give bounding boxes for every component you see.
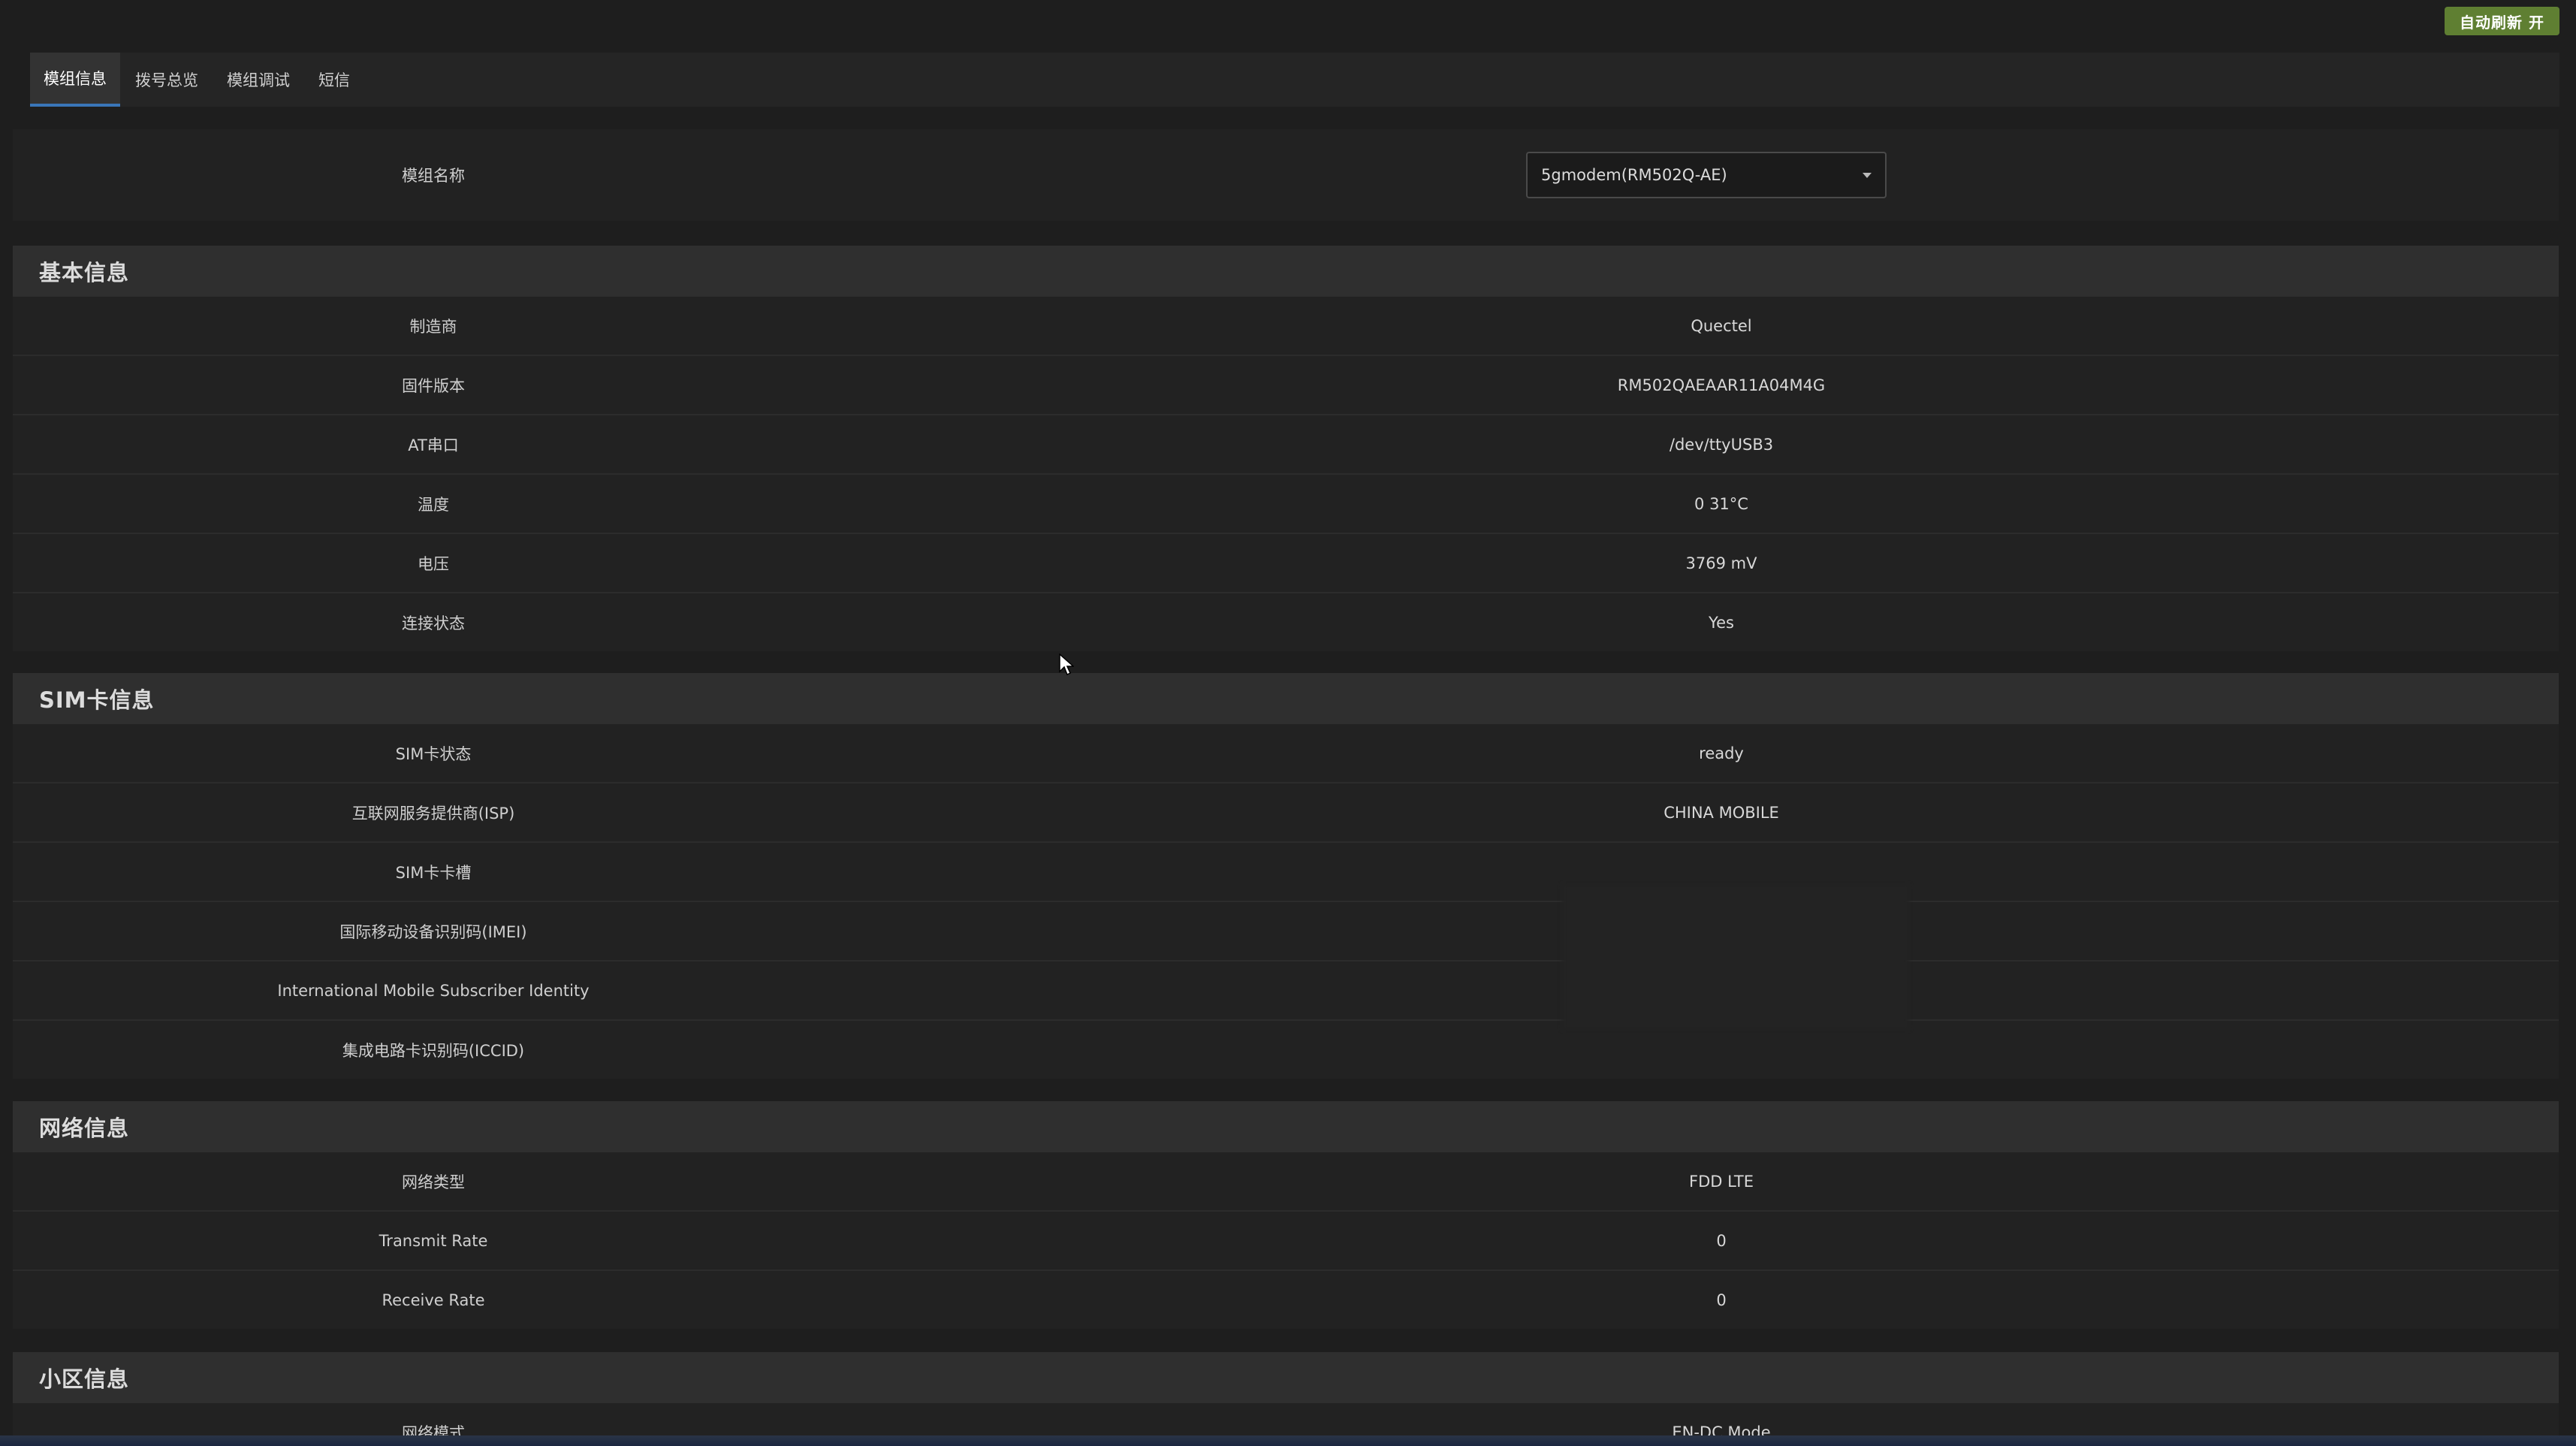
row-value: CHINA MOBILE <box>1664 803 1779 822</box>
tab-bar: 模组信息 拨号总览 模组调试 短信 <box>30 53 2559 107</box>
row-label: International Mobile Subscriber Identity <box>277 981 590 1000</box>
redaction-blur <box>1562 885 1909 1029</box>
table-row: 温度 0 31°C <box>13 475 2559 534</box>
row-label: 互联网服务提供商(ISP) <box>351 804 515 823</box>
row-label: SIM卡状态 <box>395 744 472 763</box>
row-value: FDD LTE <box>1689 1172 1754 1191</box>
tab-dial-overview[interactable]: 拨号总览 <box>122 53 212 107</box>
basic-info-panel: 基本信息 制造商 Quectel 固件版本 RM502QAEAAR11A04M4G … <box>13 246 2559 651</box>
cell-info-title: 小区信息 <box>13 1352 2559 1403</box>
tab-sms[interactable]: 短信 <box>305 53 363 107</box>
row-value: 0 <box>1716 1291 1727 1309</box>
row-value: ready <box>1699 744 1744 762</box>
table-row: SIM卡状态 ready <box>13 724 2559 783</box>
auto-refresh-toggle-button[interactable]: 自动刷新 开 <box>2445 7 2559 35</box>
row-value: 0 31°C <box>1694 494 1748 513</box>
module-name-value: 5gmodem(RM502Q-AE) <box>1541 166 1727 184</box>
row-label: 国际移动设备识别码(IMEI) <box>339 922 527 941</box>
row-label: 集成电路卡识别码(ICCID) <box>342 1041 525 1060</box>
row-value: 0 <box>1716 1231 1727 1250</box>
table-row: 网络类型 FDD LTE <box>13 1152 2559 1212</box>
tab-module-debug[interactable]: 模组调试 <box>213 53 303 107</box>
table-row: 集成电路卡识别码(ICCID) <box>13 1021 2559 1079</box>
row-value: RM502QAEAAR11A04M4G <box>1617 376 1826 394</box>
row-label: Transmit Rate <box>379 1231 488 1250</box>
table-row: 网络模式 EN-DC Mode <box>13 1403 2559 1436</box>
row-label: 温度 <box>418 495 449 514</box>
row-label: 电压 <box>418 554 449 573</box>
row-value: 3769 mV <box>1685 554 1757 572</box>
row-value: Yes <box>1709 613 1734 632</box>
row-value: /dev/ttyUSB3 <box>1669 435 1774 454</box>
sim-info-panel: SIM卡信息 SIM卡状态 ready 互联网服务提供商(ISP) CHINA MO… <box>13 673 2559 1079</box>
table-row: SIM卡卡槽 <box>13 843 2559 902</box>
module-name-row: 模组名称 <box>13 129 2559 221</box>
row-label: 制造商 <box>409 317 457 336</box>
row-label: 连接状态 <box>402 614 465 632</box>
table-row: International Mobile Subscriber Identity <box>13 961 2559 1021</box>
row-label: AT串口 <box>408 436 459 454</box>
module-name-label: 模组名称 <box>402 167 465 185</box>
row-label: SIM卡卡槽 <box>395 863 472 882</box>
row-label: 网络类型 <box>402 1173 465 1191</box>
table-row: 固件版本 RM502QAEAAR11A04M4G <box>13 356 2559 415</box>
table-row: 互联网服务提供商(ISP) CHINA MOBILE <box>13 783 2559 843</box>
table-row: Receive Rate 0 <box>13 1271 2559 1329</box>
network-info-title: 网络信息 <box>13 1101 2559 1152</box>
sim-info-title: SIM卡信息 <box>13 673 2559 724</box>
bottom-scroll-bar <box>0 1435 2576 1446</box>
row-label: Receive Rate <box>382 1291 485 1309</box>
module-select-panel: 模组名称 <box>13 129 2559 221</box>
table-row: 连接状态 Yes <box>13 593 2559 651</box>
network-info-panel: 网络信息 网络类型 FDD LTE Transmit Rate 0 Receive … <box>13 1101 2559 1329</box>
table-row: Transmit Rate 0 <box>13 1212 2559 1271</box>
table-row: 制造商 Quectel <box>13 297 2559 356</box>
table-row: 电压 3769 mV <box>13 534 2559 593</box>
page: 自动刷新 开 模组信息 拨号总览 模组调试 短信 模组名称 5gmodem(RM… <box>0 0 2576 1446</box>
row-label: 固件版本 <box>402 376 465 395</box>
row-value: Quectel <box>1691 316 1752 335</box>
row-value: EN-DC Mode <box>1672 1423 1771 1436</box>
row-label: 网络模式 <box>402 1423 465 1436</box>
table-row: AT串口/dev/ttyUSB3 <box>13 415 2559 475</box>
tab-module-info[interactable]: 模组信息 <box>30 53 120 107</box>
basic-info-title: 基本信息 <box>13 246 2559 297</box>
table-row: 国际移动设备识别码(IMEI) <box>13 902 2559 961</box>
chevron-down-icon <box>1863 173 1872 178</box>
module-name-select[interactable]: 5gmodem(RM502Q-AE) <box>1526 152 1887 198</box>
mouse-cursor-icon <box>1059 654 1074 676</box>
cell-info-panel: 小区信息 网络模式 EN-DC Mode <box>13 1352 2559 1435</box>
